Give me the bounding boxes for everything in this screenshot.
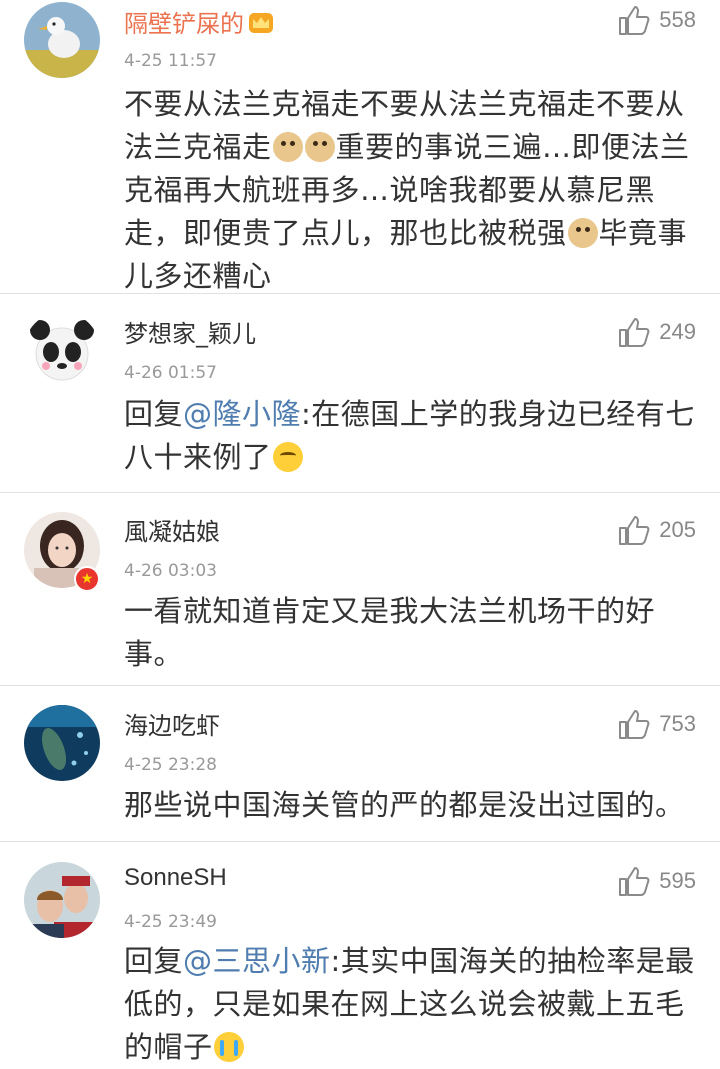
avatar[interactable]: [24, 862, 100, 938]
comment-item: 梦想家_颖儿 4-26 01:57 249 回复@隆小隆:在德国上学的我身边已经…: [0, 294, 720, 493]
mention-link[interactable]: @三思小新: [183, 944, 331, 978]
username[interactable]: SonneSH: [124, 864, 227, 892]
doge-emoji: [567, 218, 598, 248]
comment-text: 回复@隆小隆:在德国上学的我身边已经有七八十来例了: [124, 397, 695, 474]
like-count: 205: [659, 517, 696, 542]
like-button[interactable]: 753: [617, 706, 696, 742]
thinking-emoji: [272, 442, 303, 472]
like-count: 595: [659, 868, 696, 893]
doge-emoji: [304, 132, 335, 162]
thumbs-up-icon: [619, 6, 650, 35]
comment-item: 海边吃虾 4-25 23:28 753 那些说中国海关管的严的都是没出过国的。: [0, 686, 720, 842]
username[interactable]: 風凝姑娘: [124, 512, 220, 547]
username[interactable]: 海边吃虾: [124, 706, 220, 741]
thumbs-up-icon: [619, 318, 650, 347]
comment-text: 不要从法兰克福走不要从法兰克福走不要从法兰克福走 重要的事说三遍…即便法兰克福再大…: [124, 87, 690, 293]
avatar[interactable]: [24, 312, 100, 388]
username[interactable]: 梦想家_颖儿: [124, 314, 256, 349]
comment-time: 4-26 01:57: [124, 363, 217, 383]
vip-badge-icon: ★: [74, 566, 100, 592]
thumbs-up-icon: [619, 867, 650, 896]
comment-time: 4-25 23:49: [124, 912, 217, 932]
like-count: 249: [659, 319, 696, 344]
comment-text: 一看就知道肯定又是我大法兰机场干的好事。: [124, 594, 656, 671]
comment-item: ★ 風凝姑娘 4-26 03:03 205 一看就知道肯定又是我大法兰机场干的好…: [0, 493, 720, 686]
like-button[interactable]: 558: [617, 2, 696, 38]
username[interactable]: 隔壁铲屎的: [124, 4, 274, 39]
comment-time: 4-25 11:57: [124, 51, 217, 71]
like-button[interactable]: 205: [617, 512, 696, 548]
like-count: 558: [659, 7, 696, 32]
crown-icon: [249, 13, 273, 33]
like-button[interactable]: 595: [617, 863, 696, 899]
comment-text: 回复@三思小新:其实中国海关的抽检率是最低的，只是如果在网上这么说会被戴上五毛的…: [124, 944, 695, 1064]
avatar[interactable]: [24, 2, 100, 78]
comment-time: 4-26 03:03: [124, 561, 217, 581]
thumbs-up-icon: [619, 710, 650, 739]
crying-emoji: [213, 1032, 244, 1062]
doge-emoji: [272, 132, 303, 162]
comment-text: 那些说中国海关管的严的都是没出过国的。: [124, 788, 685, 822]
like-button[interactable]: 249: [617, 314, 696, 350]
comment-item: SonneSH 4-25 23:49 595 回复@三思小新:其实中国海关的抽检…: [0, 842, 720, 1064]
comment-item: 隔壁铲屎的 4-25 11:57 558 不要从法兰克福走不要从法兰克福走不要从…: [0, 0, 720, 294]
comment-time: 4-25 23:28: [124, 755, 217, 775]
avatar[interactable]: [24, 705, 100, 781]
like-count: 753: [659, 711, 696, 736]
thumbs-up-icon: [619, 516, 650, 545]
mention-link[interactable]: @隆小隆: [183, 397, 301, 431]
